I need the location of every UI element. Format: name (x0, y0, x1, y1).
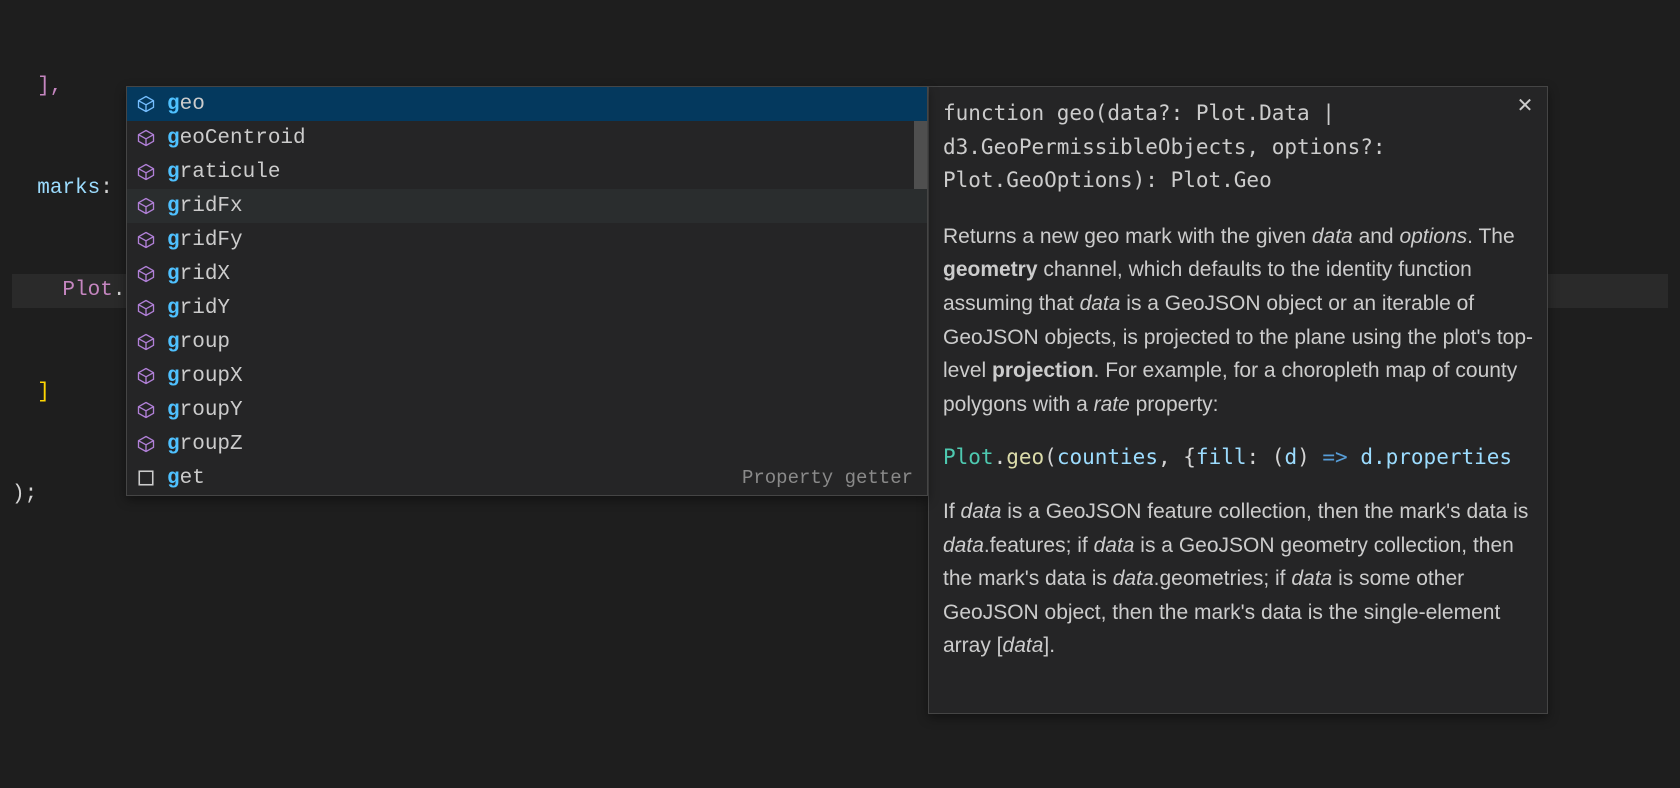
code-token-bracket: ] (12, 381, 50, 404)
autocomplete-label: graticule (167, 161, 919, 184)
autocomplete-item[interactable]: group (127, 325, 927, 359)
code-token: : (100, 177, 125, 200)
autocomplete-detail: Property getter (742, 467, 919, 489)
method-icon (135, 263, 157, 285)
close-icon[interactable]: ✕ (1513, 95, 1537, 119)
autocomplete-item[interactable]: gridY (127, 291, 927, 325)
method-icon (135, 331, 157, 353)
autocomplete-label: geoCentroid (167, 127, 919, 150)
method-icon (135, 195, 157, 217)
autocomplete-item[interactable]: groupZ (127, 427, 927, 461)
autocomplete-label: gridX (167, 263, 919, 286)
autocomplete-popup[interactable]: geo geoCentroid graticule gridFx gridFy gridX… (126, 86, 928, 496)
code-indent (12, 279, 62, 302)
property-icon (135, 467, 157, 489)
code-token-object: Plot (62, 279, 112, 302)
autocomplete-item[interactable]: geoCentroid (127, 121, 927, 155)
code-token: . (113, 279, 126, 302)
doc-paragraph: If data is a GeoJSON feature collection,… (943, 495, 1533, 663)
method-icon (135, 297, 157, 319)
autocomplete-label: groupY (167, 399, 919, 422)
documentation-panel[interactable]: ✕ function geo(data?: Plot.Data | d3.Geo… (928, 86, 1548, 714)
method-icon (135, 365, 157, 387)
method-icon (135, 229, 157, 251)
autocomplete-item[interactable]: geo (127, 87, 927, 121)
doc-paragraph: Returns a new geo mark with the given da… (943, 220, 1533, 422)
doc-code-example: Plot.geo(counties, {fill: (d) => d.prope… (943, 441, 1533, 475)
code-token: ], (12, 75, 62, 98)
autocomplete-item[interactable]: groupX (127, 359, 927, 393)
code-token: ); (12, 483, 37, 506)
autocomplete-label: get (167, 467, 732, 490)
method-icon (135, 433, 157, 455)
autocomplete-item[interactable]: get Property getter (127, 461, 927, 495)
autocomplete-label: groupX (167, 365, 919, 388)
autocomplete-label: gridFx (167, 195, 919, 218)
code-token-key: marks (37, 177, 100, 200)
autocomplete-item[interactable]: graticule (127, 155, 927, 189)
method-icon (135, 93, 157, 115)
autocomplete-item[interactable]: gridX (127, 257, 927, 291)
autocomplete-label: geo (167, 93, 919, 116)
autocomplete-item[interactable]: groupY (127, 393, 927, 427)
autocomplete-item[interactable]: gridFy (127, 223, 927, 257)
doc-body: Returns a new geo mark with the given da… (943, 220, 1533, 663)
autocomplete-label: group (167, 331, 919, 354)
autocomplete-label: gridFy (167, 229, 919, 252)
method-icon (135, 399, 157, 421)
doc-signature: function geo(data?: Plot.Data | d3.GeoPe… (943, 97, 1533, 198)
method-icon (135, 161, 157, 183)
autocomplete-label: gridY (167, 297, 919, 320)
autocomplete-label: groupZ (167, 433, 919, 456)
code-editor[interactable]: ], marks: [ Plot.g ] ); geogeoCentroidgr… (0, 0, 1680, 788)
autocomplete-item[interactable]: gridFx (127, 189, 927, 223)
method-icon (135, 127, 157, 149)
